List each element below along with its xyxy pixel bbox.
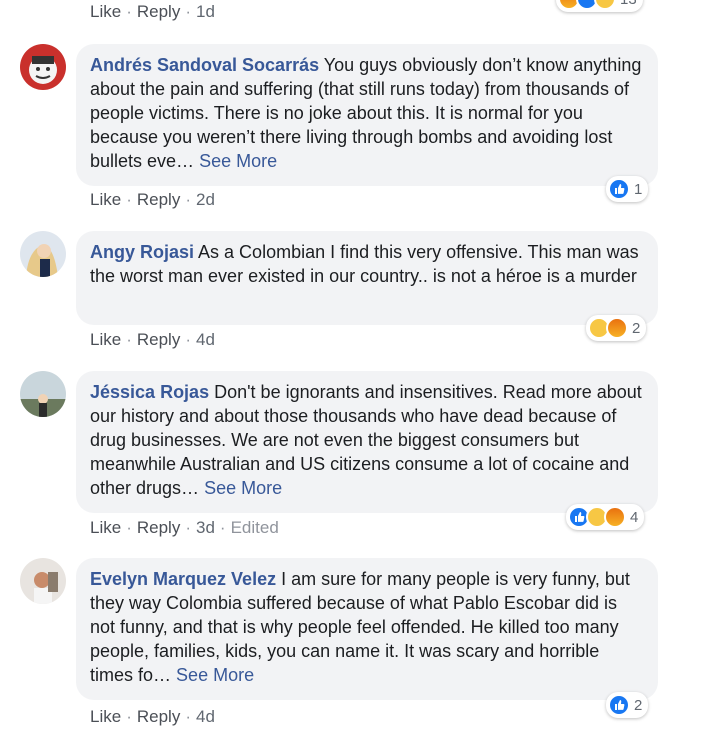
avatar[interactable]	[20, 44, 66, 90]
reaction-count: 2	[632, 319, 641, 337]
avatar[interactable]	[20, 231, 66, 277]
reply-link[interactable]: Reply	[137, 330, 180, 349]
comment-actions-top: Like · Reply · 1d	[90, 2, 215, 21]
reply-link[interactable]: Reply	[137, 707, 180, 726]
edited-label[interactable]: Edited	[231, 518, 279, 537]
comment-bubble: Jéssica Rojas Don't be ignorants and ins…	[76, 371, 658, 513]
reaction-count: 4	[630, 508, 639, 526]
timestamp[interactable]: 2d	[196, 190, 215, 209]
see-more-link[interactable]: See More	[176, 665, 254, 685]
reply-link[interactable]: Reply	[137, 190, 180, 209]
like-link[interactable]: Like	[90, 518, 121, 537]
comment-bubble: Angy Rojasi As a Colombian I find this v…	[76, 231, 658, 325]
reaction-summary[interactable]: 4	[566, 504, 645, 530]
reaction-count: 13	[620, 0, 637, 8]
comment-author[interactable]: Andrés Sandoval Socarrás	[90, 55, 319, 75]
comment-author[interactable]: Angy Rojasi	[90, 242, 194, 262]
reaction-summary[interactable]: 2	[606, 692, 649, 718]
haha-icon	[594, 0, 616, 10]
reaction-summary[interactable]: 1	[606, 176, 649, 202]
angry-icon	[604, 506, 626, 528]
reaction-count: 1	[634, 180, 643, 198]
like-link[interactable]: Like	[90, 330, 121, 349]
comment-bubble: Andrés Sandoval Socarrás You guys obviou…	[76, 44, 658, 186]
reply-link[interactable]: Reply	[137, 518, 180, 537]
reaction-summary[interactable]: 2	[586, 315, 647, 341]
reaction-count: 2	[634, 696, 643, 714]
comment-actions: Like · Reply · 2d	[90, 190, 215, 209]
like-link[interactable]: Like	[90, 707, 121, 726]
timestamp[interactable]: 3d	[196, 518, 215, 537]
comment-bubble: Evelyn Marquez Velez I am sure for many …	[76, 558, 658, 700]
see-more-link[interactable]: See More	[199, 151, 277, 171]
like-link[interactable]: Like	[90, 2, 121, 21]
avatar[interactable]	[20, 558, 66, 604]
comment-actions: Like · Reply · 4d	[90, 707, 215, 726]
timestamp[interactable]: 4d	[196, 707, 215, 726]
see-more-link[interactable]: See More	[204, 478, 282, 498]
avatar[interactable]	[20, 371, 66, 417]
like-icon	[608, 178, 630, 200]
comment-author[interactable]: Jéssica Rojas	[90, 382, 209, 402]
comment-actions: Like · Reply · 3d · Edited	[90, 518, 279, 537]
reaction-summary-top[interactable]: 13	[556, 0, 643, 12]
timestamp[interactable]: 4d	[196, 330, 215, 349]
like-icon	[608, 694, 630, 716]
timestamp[interactable]: 1d	[196, 2, 215, 21]
angry-icon	[606, 317, 628, 339]
comment-author[interactable]: Evelyn Marquez Velez	[90, 569, 276, 589]
comment-actions: Like · Reply · 4d	[90, 330, 215, 349]
like-link[interactable]: Like	[90, 190, 121, 209]
reply-link[interactable]: Reply	[137, 2, 180, 21]
